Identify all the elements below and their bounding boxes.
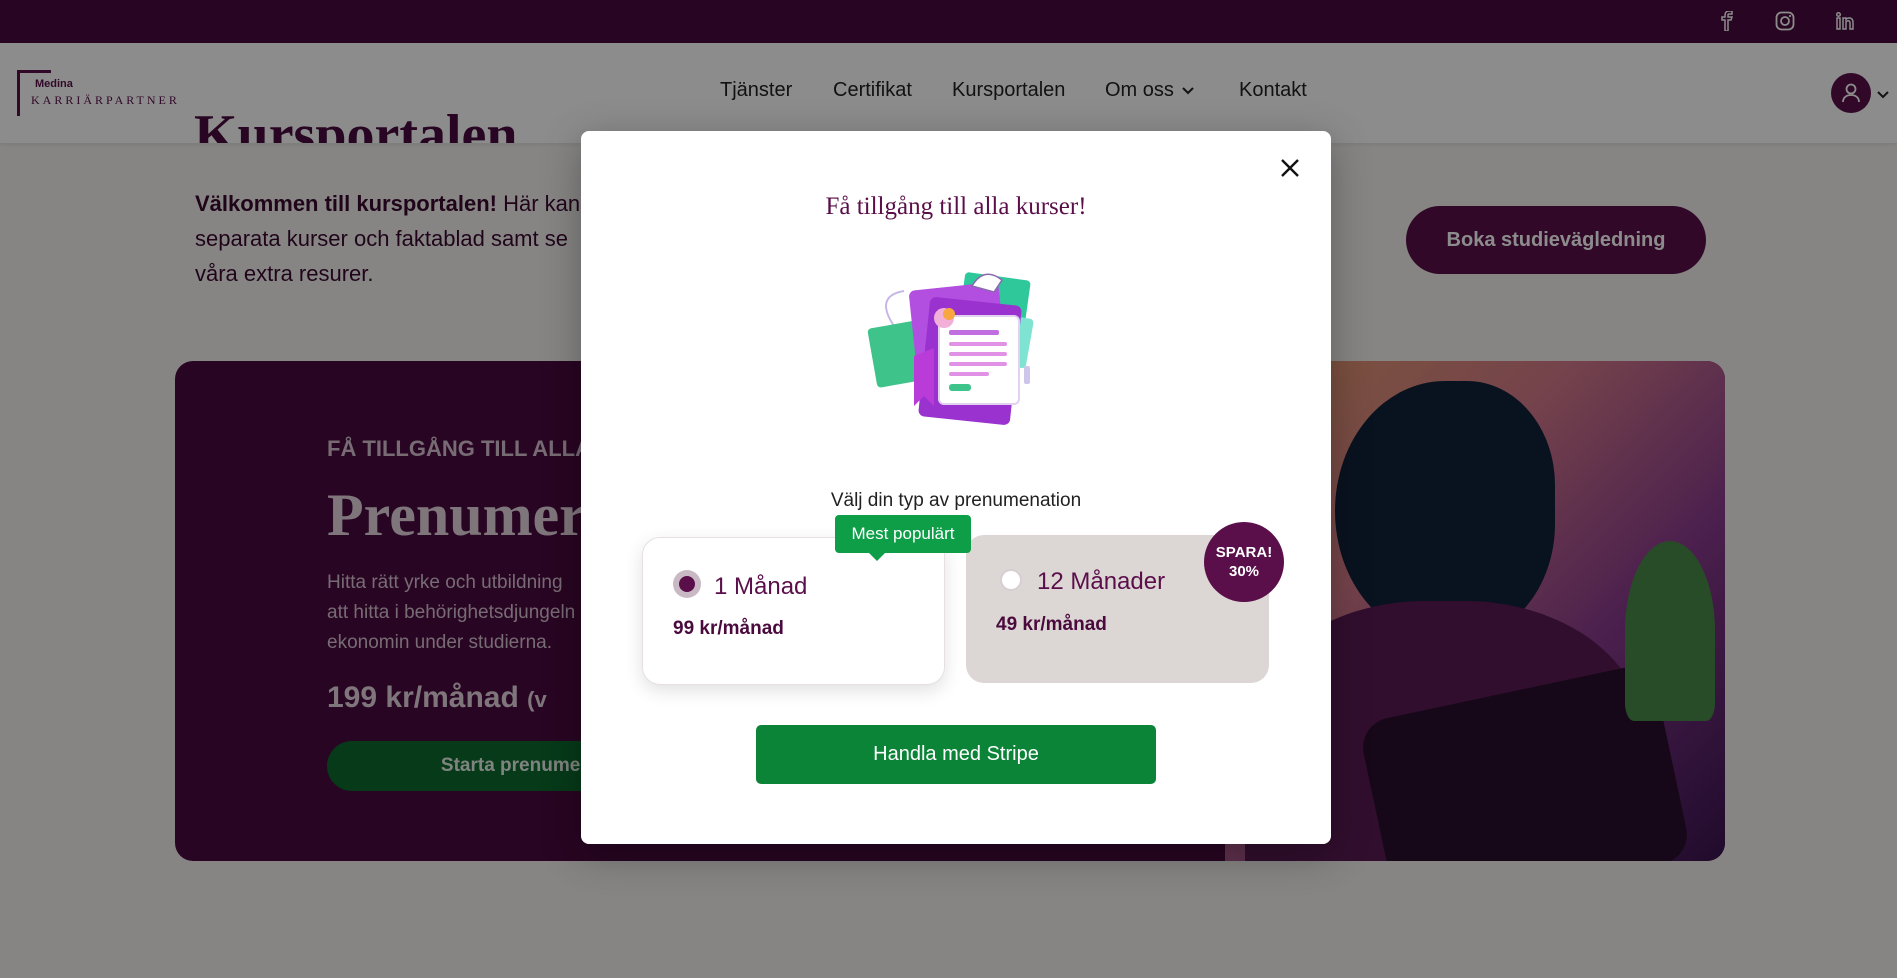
plan-radio-unselected[interactable] [1000,569,1022,591]
checkout-stripe-button[interactable]: Handla med Stripe [756,725,1156,784]
subscription-modal: Få tillgång till alla kurser! Välj din t… [581,131,1331,844]
modal-title: Få tillgång till alla kurser! [825,193,1087,220]
plan-name: 1 Månad [714,573,808,600]
plan-price: 49 kr/månad [996,614,1107,635]
plan-price: 99 kr/månad [673,618,784,639]
plan-choose-label: Välj din typ av prenumenation [830,490,1082,511]
save-badge-line1: SPARA! [1215,544,1273,561]
courses-illustration [854,256,1059,456]
save-badge-line2: 30% [1228,563,1260,580]
most-popular-badge: Mest populärt [835,515,971,561]
plan-radio-selected[interactable] [673,570,701,598]
save-badge: SPARA! 30% [1204,522,1284,602]
plan-name: 12 Månader [1037,568,1166,595]
plan-option-1-month[interactable]: 1 Månad 99 kr/månad [642,537,945,685]
radio-dot [679,576,695,592]
close-button[interactable] [1275,153,1305,183]
close-icon [1281,159,1299,177]
